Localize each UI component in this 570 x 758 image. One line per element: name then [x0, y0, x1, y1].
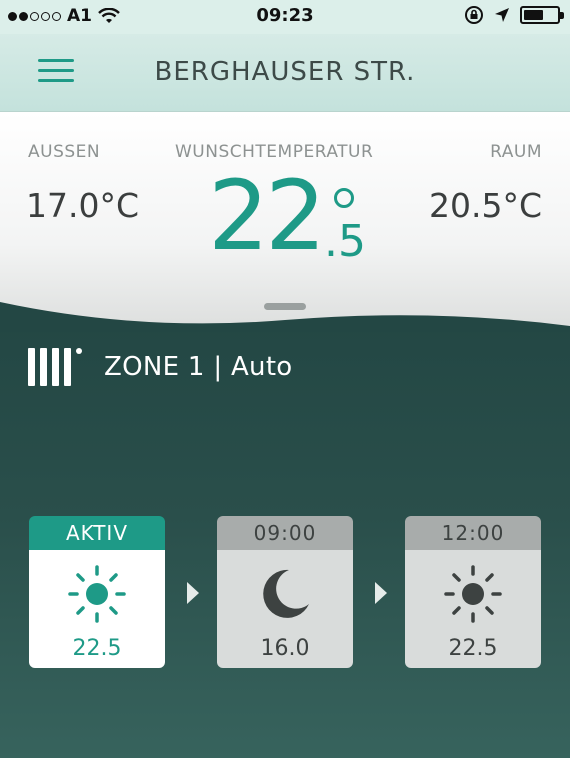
- degree-icon: [334, 188, 354, 208]
- room-temp-label: RAUM: [490, 142, 542, 162]
- status-bar: A1 09:23: [0, 0, 570, 34]
- setpoint-label: WUNSCHTEMPERATUR: [175, 142, 374, 162]
- moon-icon: [263, 569, 309, 618]
- app-header: BERGHAUSER STR.: [0, 34, 570, 112]
- sun-icon: [68, 565, 126, 623]
- setpoint-decimal: .5: [324, 216, 366, 267]
- outside-temp-label: AUSSEN: [28, 142, 101, 162]
- page-title: BERGHAUSER STR.: [154, 57, 416, 87]
- schedule-card-active[interactable]: AKTIV 22.5: [29, 516, 165, 668]
- schedule-card-header: AKTIV: [29, 516, 165, 550]
- setpoint-integer: 22: [208, 160, 326, 272]
- room-temp-value: 20.5°C: [428, 186, 542, 225]
- zone-selector[interactable]: ZONE 1 | Auto: [28, 346, 293, 388]
- schedule-card-temp: 22.5: [72, 636, 122, 661]
- radiator-icon: [28, 346, 86, 388]
- drag-handle[interactable]: [264, 303, 306, 310]
- temperature-panel: AUSSEN 17.0°C WUNSCHTEMPERATUR 22 .5 RAU…: [0, 112, 570, 332]
- zone-label: ZONE 1 | Auto: [104, 352, 293, 382]
- schedule-card-temp: 22.5: [448, 636, 498, 661]
- schedule-card-header: 12:00: [405, 516, 541, 550]
- chevron-right-icon: [187, 582, 199, 604]
- location-arrow-icon: [495, 8, 509, 22]
- schedule-card-temp: 16.0: [260, 636, 310, 661]
- outside-temp-value: 17.0°C: [26, 186, 140, 225]
- battery-icon: [520, 6, 564, 24]
- sun-icon: [444, 565, 502, 623]
- schedule-card-0900[interactable]: 09:00 16.0: [217, 516, 353, 668]
- chevron-right-icon: [375, 582, 387, 604]
- schedule-card-1200[interactable]: 12:00 22.5: [405, 516, 541, 668]
- setpoint-temperature[interactable]: 22 .5: [208, 160, 378, 280]
- status-right: [464, 5, 564, 25]
- schedule-card-header: 09:00: [217, 516, 353, 550]
- rotation-lock-icon: [465, 6, 483, 24]
- battery-fill: [524, 10, 544, 20]
